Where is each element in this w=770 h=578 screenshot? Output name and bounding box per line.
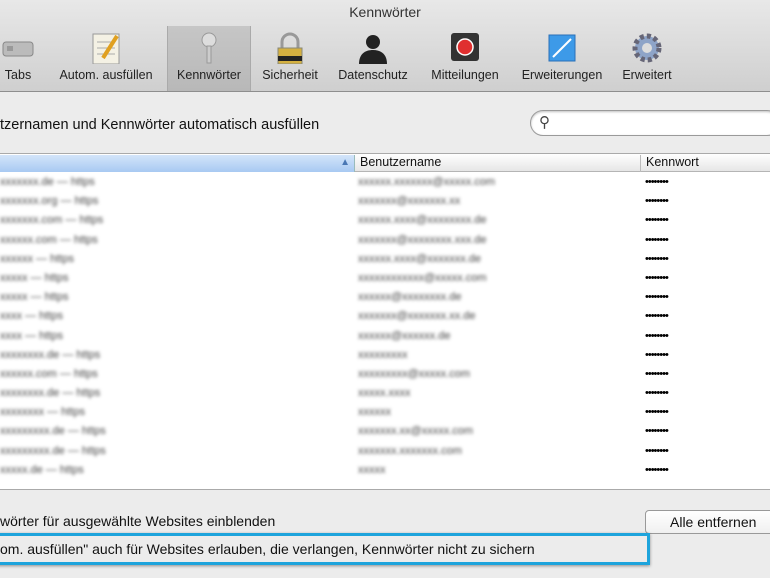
username-cell: xxxxxxx@xxxxxxx.xx.de	[358, 310, 476, 323]
table-row[interactable]: xxxxxxx.de — https xxxxxx.xxxxxxx@xxxxx.c…	[0, 173, 770, 192]
website-cell: xxxxxxxx.de — https	[0, 387, 101, 400]
table-row[interactable]: xxxxxxxx.de — https xxxxx.xxxx ••••••••	[0, 384, 770, 403]
table-row[interactable]: xxxxxx — https xxxxxx.xxxx@xxxxxxx.de ••••…	[0, 250, 770, 269]
website-cell: xxxxxxxxx.de — https	[0, 444, 106, 457]
tab-autofill[interactable]: Autom. ausfüllen	[48, 26, 164, 91]
table-row[interactable]: xxxxx — https xxxxxx@xxxxxxxx.de ••••••••	[0, 288, 770, 307]
table-row[interactable]: xxxxx.de — https xxxxx ••••••••	[0, 461, 770, 480]
tabs-icon	[1, 32, 35, 64]
website-cell: xxxxxxx.de — https	[0, 176, 95, 188]
autofill-icon	[89, 32, 123, 65]
password-cell: ••••••••	[645, 214, 669, 227]
table-row[interactable]: xxxxxxxx — https xxxxxx ••••••••	[0, 403, 770, 422]
password-cell: ••••••••	[645, 387, 669, 400]
password-cell: ••••••••	[645, 310, 669, 323]
username-cell: xxxxxxx.xxxxxxx.com	[358, 444, 462, 457]
table-row[interactable]: xxxxxxxx.de — https xxxxxxxxx ••••••••	[0, 346, 770, 365]
table-row[interactable]: xxxxxxxxx.de — https xxxxxxx.xxxxxxx.com •…	[0, 442, 770, 461]
username-cell: xxxxxxx@xxxxxxxx.xxx.de	[358, 233, 487, 246]
website-cell: xxxx — https	[0, 329, 63, 342]
password-cell: ••••••••	[645, 291, 669, 304]
website-cell: xxxxxx.com — https	[0, 233, 98, 246]
website-cell: xxxxx — https	[0, 271, 69, 284]
username-cell: xxxxxxxxx@xxxxx.com	[358, 367, 471, 380]
autofill-heading: tzernamen und Kennwörter automatisch aus…	[0, 117, 320, 133]
website-cell: xxxxxx — https	[0, 252, 74, 265]
table-header: ▲ Benutzername Kennwort	[0, 154, 770, 172]
password-cell: ••••••••	[645, 329, 669, 342]
password-cell: ••••••••	[645, 271, 669, 284]
username-cell: xxxxxx.xxxx@xxxxxxxx.de	[358, 214, 487, 227]
table-row[interactable]: xxxx — https xxxxxxx@xxxxxxx.xx.de •••••••…	[0, 307, 770, 326]
website-cell: xxxxxxx.org — https	[0, 195, 99, 208]
website-cell: xxxx — https	[0, 310, 63, 323]
table-row[interactable]: xxxxxxx.com — https xxxxxx.xxxx@xxxxxxxx.…	[0, 211, 770, 230]
key-icon	[192, 32, 226, 64]
passwords-table[interactable]: ▲ Benutzername Kennwort xxxxxxx.de — htt…	[0, 153, 770, 490]
password-cell: ••••••••	[645, 348, 669, 361]
website-cell: xxxxxx.com — https	[0, 367, 98, 380]
column-header-password[interactable]: Kennwort	[642, 155, 770, 172]
username-cell: xxxxxx@xxxxxx.de	[358, 329, 451, 342]
password-cell: ••••••••	[645, 176, 669, 188]
website-cell: xxxxxxxx.de — https	[0, 348, 101, 361]
website-cell: xxxxxxx.com — https	[0, 214, 104, 227]
website-cell: xxxxxxxxx.de — https	[0, 425, 106, 438]
tab-passwords[interactable]: Kennwörter	[167, 26, 251, 91]
username-cell: xxxxx	[358, 463, 386, 476]
username-cell: xxxxx.xxxx	[358, 387, 411, 400]
username-cell: xxxxxx@xxxxxxxx.de	[358, 291, 462, 304]
extensions-icon	[545, 32, 579, 64]
table-row[interactable]: xxxx — https xxxxxx@xxxxxx.de ••••••••	[0, 327, 770, 346]
search-input[interactable]: ⚲	[530, 110, 770, 136]
username-cell: xxxxxxxxxxxx@xxxxx.com	[358, 271, 487, 284]
username-cell: xxxxxx.xxxxxxx@xxxxx.com	[358, 176, 496, 188]
password-cell: ••••••••	[645, 406, 669, 419]
show-passwords-checkbox[interactable]: wörter für ausgewählte Websites einblend…	[0, 513, 275, 529]
tab-extensions[interactable]: Erweiterungen	[514, 26, 610, 91]
sort-ascending-icon: ▲	[340, 157, 350, 168]
password-cell: ••••••••	[645, 444, 669, 457]
username-cell: xxxxxxx@xxxxxxx.xx	[358, 195, 461, 208]
table-row[interactable]: xxxxxxxxx.de — https xxxxxxx.xx@xxxxx.com…	[0, 422, 770, 441]
lock-icon	[273, 32, 307, 65]
gear-icon	[630, 32, 664, 64]
website-cell: xxxxx.de — https	[0, 463, 84, 476]
password-cell: ••••••••	[645, 367, 669, 380]
password-cell: ••••••••	[645, 233, 669, 246]
table-row[interactable]: xxxxxxx.org — https xxxxxxx@xxxxxxx.xx •••…	[0, 192, 770, 211]
website-cell: xxxxx — https	[0, 291, 69, 304]
search-icon: ⚲	[539, 114, 550, 131]
password-cell: ••••••••	[645, 463, 669, 476]
username-cell: xxxxxxxxx	[358, 348, 408, 361]
tab-security[interactable]: Sicherheit	[255, 26, 325, 91]
tab-advanced[interactable]: Erweitert	[614, 26, 680, 91]
username-cell: xxxxxx.xxxx@xxxxxxx.de	[358, 252, 482, 265]
column-header-username[interactable]: Benutzername	[356, 155, 641, 172]
window-toolbar: Kennwörter Tabs Autom. ausfüllen Kennwör…	[0, 0, 770, 92]
table-row[interactable]: xxxxx — https xxxxxxxxxxxx@xxxxx.com •••••…	[0, 269, 770, 288]
password-cell: ••••••••	[645, 252, 669, 265]
tab-notifications[interactable]: Mitteilungen	[421, 26, 509, 91]
username-cell: xxxxxxx.xx@xxxxx.com	[358, 425, 474, 438]
window-title: Kennwörter	[349, 4, 421, 20]
password-cell: ••••••••	[645, 195, 669, 208]
tab-tabs[interactable]: Tabs	[0, 26, 40, 91]
allow-autofill-checkbox[interactable]: om. ausfüllen" auch für Websites erlaube…	[0, 541, 535, 557]
tab-privacy[interactable]: Datenschutz	[330, 26, 416, 91]
remove-all-button[interactable]: Alle entfernen	[645, 510, 770, 534]
table-row[interactable]: xxxxxx.com — https xxxxxxx@xxxxxxxx.xxx.d…	[0, 231, 770, 250]
person-icon	[356, 32, 390, 64]
table-row[interactable]: xxxxxx.com — https xxxxxxxxx@xxxxx.com •••…	[0, 365, 770, 384]
website-cell: xxxxxxxx — https	[0, 406, 85, 419]
username-cell: xxxxxx	[358, 406, 391, 419]
column-header-website[interactable]: ▲	[0, 155, 355, 172]
password-cell: ••••••••	[645, 425, 669, 438]
notification-icon	[448, 32, 482, 64]
